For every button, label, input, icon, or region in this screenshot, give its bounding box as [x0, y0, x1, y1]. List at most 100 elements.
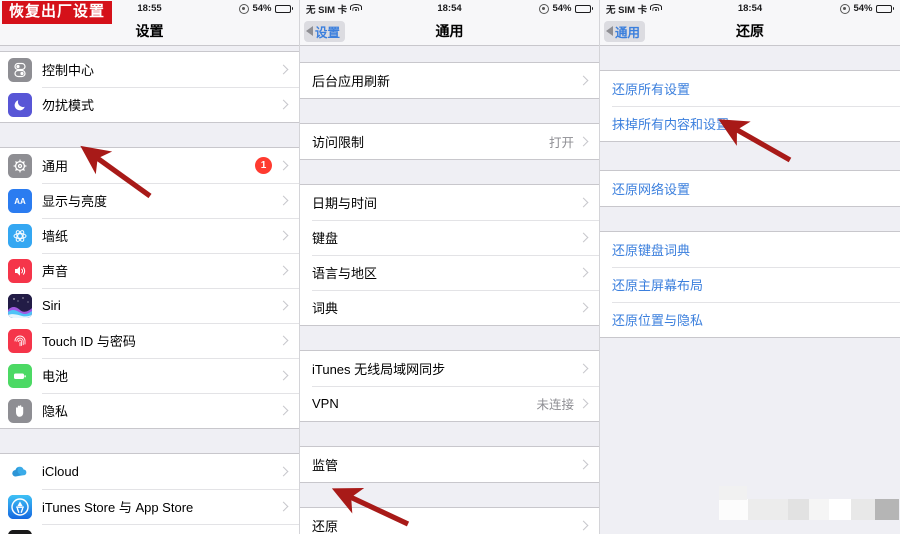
- sidebar-item-icloud[interactable]: iCloud: [0, 454, 299, 489]
- list-item-value: 未连接: [536, 398, 574, 412]
- sidebar-item-battery[interactable]: 电池: [0, 358, 299, 393]
- list-item-label: 还原: [312, 519, 339, 534]
- section-gap: [300, 326, 599, 350]
- sidebar-item-sounds[interactable]: 声音: [0, 253, 299, 288]
- list-item-label: 还原键盘词典: [612, 243, 691, 258]
- touch-id-icon: [8, 328, 32, 353]
- list-item-value: 打开: [548, 136, 574, 150]
- list-item-label: 日期与时间: [312, 196, 378, 211]
- annotation-banner: 恢复出厂设置: [2, 1, 113, 24]
- chevron-left-icon: [306, 26, 313, 36]
- sidebar-item-wallpaper[interactable]: 墙纸: [0, 218, 299, 253]
- chevron-right-icon: [578, 459, 589, 470]
- sidebar-item-label: 电池: [42, 369, 69, 384]
- reset-group-2: 还原网络设置: [600, 170, 900, 207]
- list-item-erase-all-content[interactable]: 抹掉所有内容和设置: [600, 106, 900, 141]
- swatch-block: [875, 499, 899, 520]
- chevron-left-icon: [606, 26, 613, 36]
- back-button-label: 通用: [615, 25, 641, 40]
- list-item-keyboard[interactable]: 键盘: [300, 220, 599, 255]
- app-store-icon: [8, 494, 32, 519]
- chevron-right-icon: [578, 232, 589, 243]
- battery-icon: [875, 4, 894, 13]
- list-item-restrictions[interactable]: 访问限制 打开: [300, 124, 599, 159]
- list-item-label: 还原网络设置: [612, 182, 691, 197]
- status-right: 54%: [840, 3, 894, 14]
- sidebar-item-general[interactable]: 通用 1: [0, 148, 299, 183]
- section-gap: [600, 46, 900, 70]
- swatch-block: [748, 499, 788, 520]
- list-item-reset-location-privacy[interactable]: 还原位置与隐私: [600, 302, 900, 337]
- list-item-label: 访问限制: [312, 135, 365, 150]
- list-item-label: iTunes 无线局域网同步: [312, 362, 446, 377]
- list-item-reset-home-layout[interactable]: 还原主屏幕布局: [600, 267, 900, 302]
- general-group-1: 后台应用刷新: [300, 62, 599, 99]
- wallet-icon: [8, 529, 32, 534]
- section-gap: [300, 422, 599, 446]
- swatch-block: [809, 499, 829, 520]
- swatch-block: [829, 499, 851, 520]
- chevron-right-icon: [578, 197, 589, 208]
- display-brightness-icon: AA: [8, 188, 32, 213]
- control-center-icon: [8, 57, 32, 82]
- chevron-right-icon: [578, 75, 589, 86]
- section-gap: [300, 483, 599, 507]
- chevron-right-icon: [278, 99, 289, 110]
- general-group-4: iTunes 无线局域网同步 VPN 未连接: [300, 350, 599, 422]
- sidebar-item-display-brightness[interactable]: AA 显示与亮度: [0, 183, 299, 218]
- general-group-5: 监管: [300, 446, 599, 483]
- back-button[interactable]: 设置: [304, 20, 346, 42]
- chevron-right-icon: [278, 300, 289, 311]
- sidebar-item-do-not-disturb[interactable]: 勿扰模式: [0, 87, 299, 122]
- chevron-right-icon: [578, 520, 589, 531]
- page-title: 设置: [135, 23, 164, 39]
- back-button[interactable]: 通用: [604, 20, 646, 42]
- list-item-background-app-refresh[interactable]: 后台应用刷新: [300, 63, 599, 98]
- list-item-language-region[interactable]: 语言与地区: [300, 255, 599, 290]
- chevron-right-icon: [578, 302, 589, 313]
- list-item-itunes-wifi-sync[interactable]: iTunes 无线局域网同步: [300, 351, 599, 386]
- siri-icon: [8, 293, 32, 318]
- sidebar-item-control-center[interactable]: 控制中心: [0, 52, 299, 87]
- sidebar-item-label: 控制中心: [42, 63, 95, 78]
- sidebar-item-privacy[interactable]: 隐私: [0, 393, 299, 428]
- nav-bar: 设置 通用: [300, 17, 599, 46]
- general-group-3: 日期与时间 键盘 语言与地区 词典: [300, 184, 599, 326]
- section-gap: [300, 99, 599, 123]
- nav-bar: 通用 还原: [600, 17, 900, 46]
- list-item-label: 后台应用刷新: [312, 74, 391, 89]
- list-item-vpn[interactable]: VPN 未连接: [300, 386, 599, 421]
- wallpaper-icon: [8, 223, 32, 248]
- chevron-right-icon: [578, 136, 589, 147]
- icloud-icon: [8, 459, 32, 484]
- settings-group-1: 控制中心 勿扰模式: [0, 51, 299, 123]
- list-item-dictionary[interactable]: 词典: [300, 290, 599, 325]
- battery-icon: [574, 4, 593, 13]
- sidebar-item-label: Touch ID 与密码: [42, 334, 136, 349]
- sidebar-item-touch-id[interactable]: Touch ID 与密码: [0, 323, 299, 358]
- settings-group-2: 通用 1 AA 显示与亮度 墙纸 声音 Siri Touch ID 与密码 电池…: [0, 147, 299, 429]
- list-item-reset-keyboard-dictionary[interactable]: 还原键盘词典: [600, 232, 900, 267]
- list-item-label: VPN: [312, 396, 339, 411]
- chevron-right-icon: [278, 370, 289, 381]
- list-item-label: 还原所有设置: [612, 82, 691, 97]
- sidebar-item-siri[interactable]: Siri: [0, 288, 299, 323]
- swatch-block: [788, 499, 809, 520]
- section-gap: [600, 142, 900, 170]
- sidebar-item-label: 显示与亮度: [42, 194, 108, 209]
- list-item-date-time[interactable]: 日期与时间: [300, 185, 599, 220]
- status-right: 54%: [239, 3, 293, 14]
- sidebar-item-itunes-app-store[interactable]: iTunes Store 与 App Store: [0, 489, 299, 524]
- sounds-icon: [8, 258, 32, 283]
- status-bar: 无 SIM 卡 18:54 54%: [300, 0, 599, 17]
- list-item-reset[interactable]: 还原: [300, 508, 599, 534]
- chevron-right-icon: [278, 195, 289, 206]
- section-gap: [300, 46, 599, 62]
- sidebar-item-wallet-apple-pay[interactable]: Wallet 与 Apple Pay: [0, 524, 299, 534]
- status-badge: 1: [255, 157, 272, 174]
- chevron-right-icon: [578, 363, 589, 374]
- list-item-reset-network-settings[interactable]: 还原网络设置: [600, 171, 900, 206]
- list-item-reset-all-settings[interactable]: 还原所有设置: [600, 71, 900, 106]
- section-gap: [0, 123, 299, 147]
- list-item-supervision[interactable]: 监管: [300, 447, 599, 482]
